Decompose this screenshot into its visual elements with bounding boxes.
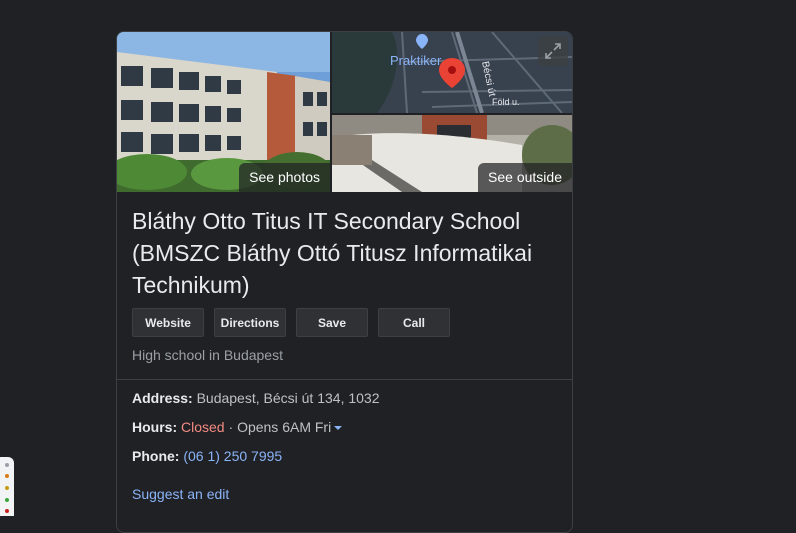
place-category: High school in Budapest [132, 347, 283, 363]
phone-label: Phone: [132, 448, 180, 464]
expand-icon [545, 43, 561, 59]
see-outside-label: See outside [488, 169, 562, 185]
building-photo[interactable]: See photos [117, 32, 330, 192]
phone-row: Phone: (06 1) 250 7995 [132, 448, 282, 464]
hours-row: Hours: Closed · Opens 6AM Fri [132, 419, 343, 435]
address-value: Budapest, Bécsi út 134, 1032 [196, 390, 380, 406]
see-photos-label: See photos [249, 169, 320, 185]
phone-link[interactable]: (06 1) 250 7995 [183, 448, 282, 464]
place-title: Bláthy Otto Titus IT Secondary School (B… [132, 205, 562, 301]
place-title-line: Technikum) [132, 272, 250, 298]
suggest-edit-link[interactable]: Suggest an edit [132, 486, 229, 502]
website-button[interactable]: Website [132, 308, 204, 337]
expand-map-button[interactable] [538, 36, 568, 66]
chevron-down-icon [334, 426, 343, 431]
address-label: Address: [132, 390, 193, 406]
call-button[interactable]: Call [378, 308, 450, 337]
hours-status: Closed [181, 419, 225, 435]
map-place-label: Praktiker [390, 53, 442, 68]
indicator-dot [5, 474, 9, 478]
street-view-photo[interactable]: See outside [332, 115, 572, 192]
map-thumbnail[interactable]: Praktiker Bécsi út Föld u. [332, 32, 572, 113]
see-photos-button[interactable]: See photos [239, 163, 330, 192]
knowledge-panel: See photos Praktiker Bécsi út Föld u. Se… [116, 31, 573, 533]
photo-grid: See photos Praktiker Bécsi út Föld u. Se… [117, 32, 572, 192]
indicator-dot [5, 498, 9, 502]
hours-label: Hours: [132, 419, 178, 435]
map-street2-label: Föld u. [492, 97, 520, 107]
indicator-dot [5, 509, 9, 513]
side-widget[interactable] [0, 457, 14, 516]
hours-next: Opens 6AM Fri [237, 419, 332, 435]
map-image: Praktiker Bécsi út Föld u. [332, 32, 572, 113]
save-button[interactable]: Save [296, 308, 368, 337]
see-outside-button[interactable]: See outside [478, 163, 572, 192]
divider [117, 379, 572, 380]
indicator-dot [5, 463, 9, 467]
place-title-line: Bláthy Otto Titus IT Secondary School [132, 208, 521, 234]
indicator-dot [5, 486, 9, 490]
directions-button[interactable]: Directions [214, 308, 286, 337]
place-title-line: (BMSZC Bláthy Ottó Titusz Informatikai [132, 240, 533, 266]
hours-separator: · [224, 419, 238, 435]
address-row: Address: Budapest, Bécsi út 134, 1032 [132, 390, 380, 406]
hours-dropdown[interactable]: Opens 6AM Fri [237, 419, 343, 435]
